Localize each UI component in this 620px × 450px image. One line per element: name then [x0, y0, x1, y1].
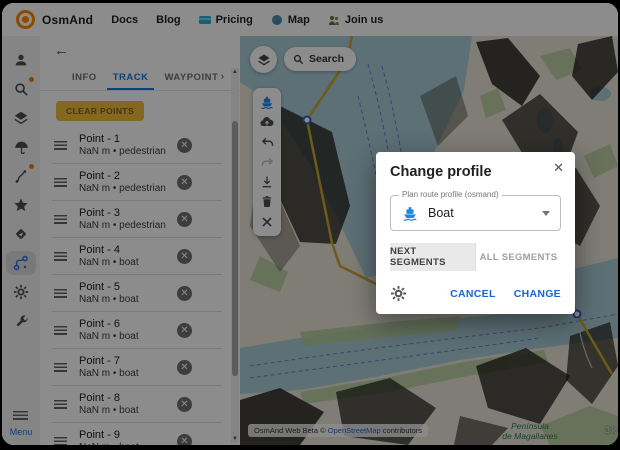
cancel-button[interactable]: CANCEL — [450, 288, 496, 300]
dialog-title: Change profile — [390, 164, 561, 180]
all-segments-button[interactable]: ALL SEGMENTS — [475, 243, 561, 271]
app-window: OsmAnd Docs Blog Pricing Map Join us — [2, 3, 618, 445]
dialog-actions: CANCEL CHANGE — [390, 285, 561, 302]
change-profile-dialog: Change profile ✕ Plan route profile (osm… — [376, 152, 575, 314]
segments-toggle: NEXT SEGMENTS ALL SEGMENTS — [390, 243, 561, 271]
next-segments-button[interactable]: NEXT SEGMENTS — [390, 243, 475, 271]
boat-icon — [401, 204, 419, 222]
chevron-down-icon — [542, 211, 550, 216]
select-label: Plan route profile (osmand) — [399, 190, 502, 199]
dialog-close-button[interactable]: ✕ — [553, 161, 564, 175]
select-value: Boat — [428, 206, 454, 220]
change-button[interactable]: CHANGE — [514, 288, 561, 300]
dialog-settings-gear-icon[interactable] — [390, 285, 407, 302]
profile-select[interactable]: Plan route profile (osmand) Boat — [390, 195, 561, 231]
